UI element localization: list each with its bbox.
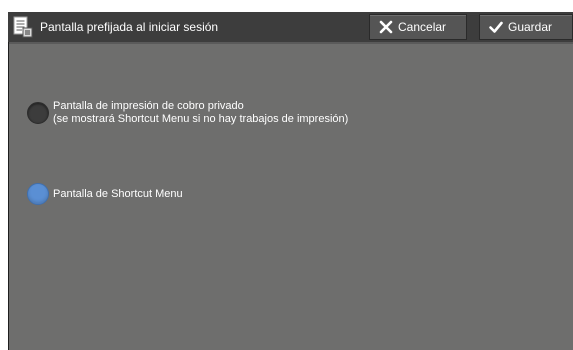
radio-selected[interactable] [27,183,49,205]
option-label: Pantalla de Shortcut Menu [53,188,183,201]
save-button-label: Guardar [508,20,553,34]
option-label-line1: Pantalla de impresión de cobro privado [53,100,244,112]
save-button[interactable]: Guardar [479,14,573,40]
cancel-button[interactable]: Cancelar [369,14,467,40]
option-private-charge-print[interactable]: Pantalla de impresión de cobro privado (… [27,100,348,126]
cancel-button-label: Cancelar [398,20,447,34]
options-panel: Pantalla de impresión de cobro privado (… [8,42,573,350]
x-icon [379,20,393,34]
screen: Pantalla prefijada al iniciar sesión Can… [0,0,573,350]
page-title: Pantalla prefijada al iniciar sesión [40,20,219,34]
document-settings-icon [13,16,33,38]
radio-unselected[interactable] [27,102,49,124]
option-label-line1: Pantalla de Shortcut Menu [53,187,183,200]
option-shortcut-menu[interactable]: Pantalla de Shortcut Menu [27,183,183,205]
check-icon [489,21,503,33]
option-label: Pantalla de impresión de cobro privado (… [53,100,348,126]
panel-divider [9,42,573,44]
option-label-line2: (se mostrará Shortcut Menu si no hay tra… [53,113,349,125]
header-bar: Pantalla prefijada al iniciar sesión Can… [8,12,573,42]
